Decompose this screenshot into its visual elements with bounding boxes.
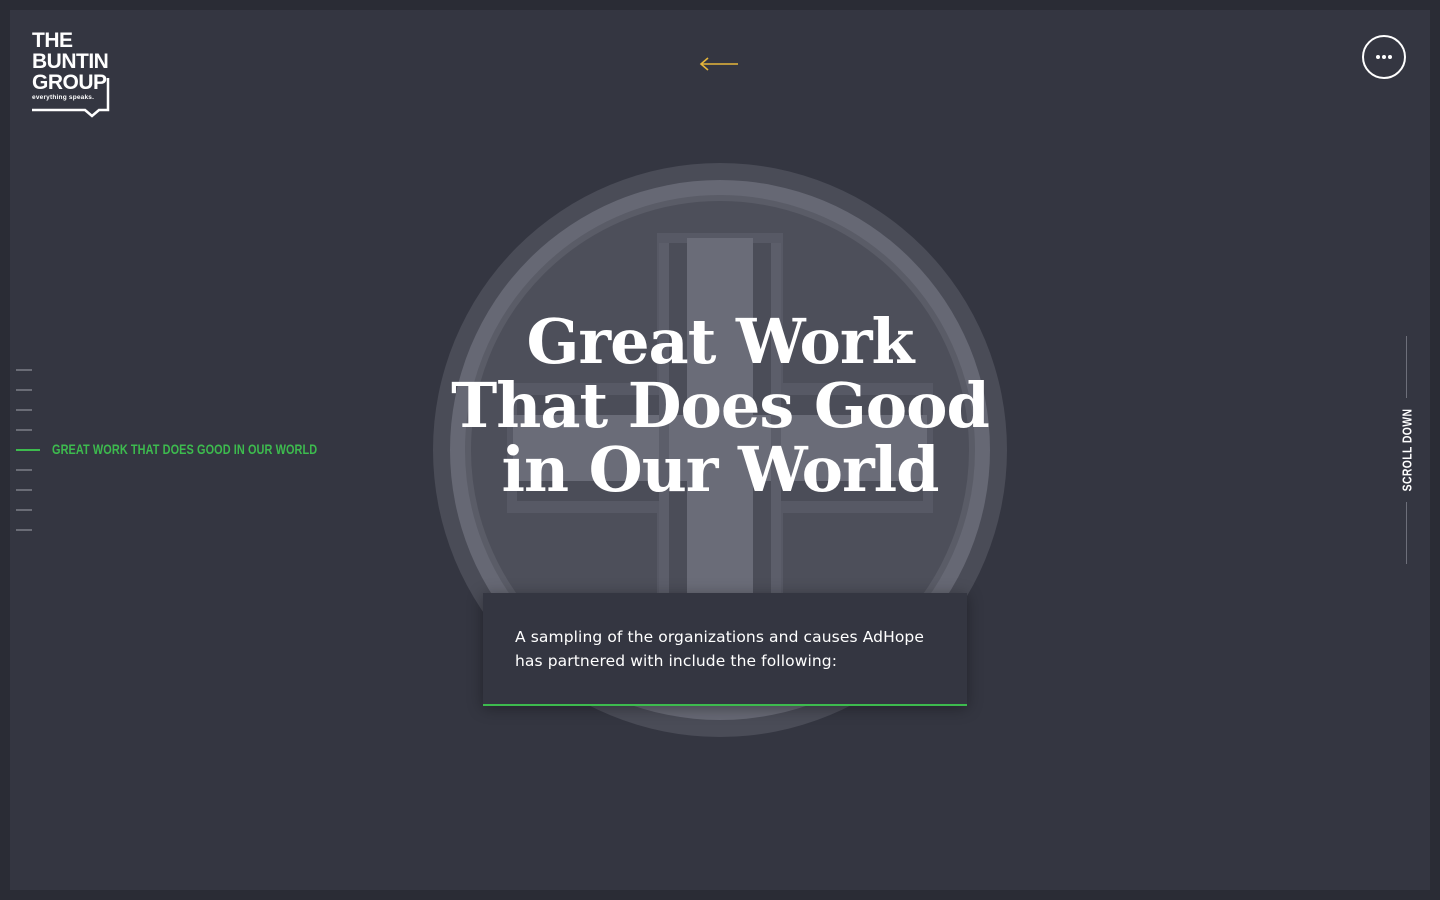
nav-tick xyxy=(16,409,32,411)
nav-tick xyxy=(16,389,32,391)
menu-button[interactable] xyxy=(1362,35,1406,79)
scroll-line-bottom xyxy=(1406,502,1407,564)
scroll-down-label: SCROLL DOWN xyxy=(1400,398,1415,501)
page-title: Great Work That Does Good in Our World xyxy=(451,305,990,506)
back-button[interactable] xyxy=(698,54,740,74)
ellipsis-dot xyxy=(1388,55,1392,59)
nav-tick xyxy=(16,529,32,531)
brand-logo[interactable]: THE BUNTIN GROUP everything speaks. xyxy=(32,30,132,118)
scroll-down-indicator[interactable]: SCROLL DOWN xyxy=(1395,336,1419,564)
nav-tick xyxy=(16,369,32,371)
ellipsis-icon xyxy=(1376,55,1380,59)
speech-bubble-icon xyxy=(32,78,110,118)
nav-tick xyxy=(16,469,32,471)
scroll-down-text: SCROLL DOWN xyxy=(1399,408,1415,492)
section-nav-label[interactable]: GREAT WORK THAT DOES GOOD IN OUR WORLD xyxy=(52,441,317,457)
nav-tick xyxy=(16,429,32,431)
nav-tick xyxy=(16,489,32,491)
page-frame: THE BUNTIN GROUP everything speaks. GREA… xyxy=(10,10,1430,890)
intro-card: A sampling of the organizations and caus… xyxy=(483,593,967,706)
nav-tick-active xyxy=(16,449,40,451)
scroll-line-top xyxy=(1406,336,1407,398)
ellipsis-dot xyxy=(1382,55,1386,59)
nav-tick xyxy=(16,509,32,511)
intro-text: A sampling of the organizations and caus… xyxy=(515,628,924,670)
left-arrow-icon xyxy=(699,57,738,71)
